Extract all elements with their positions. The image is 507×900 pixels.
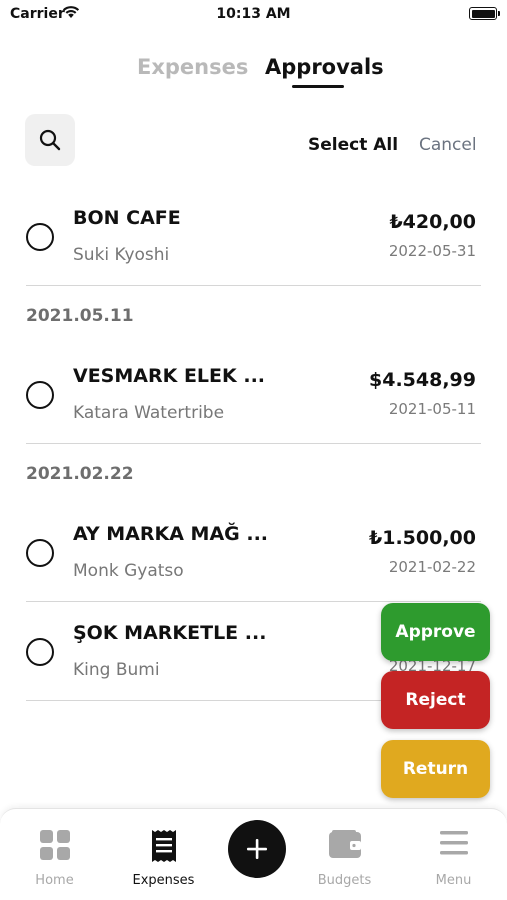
merchant-name: AY MARKA MAĞ ... — [73, 523, 269, 545]
section-date-header: 2021.02.22 — [26, 464, 134, 484]
select-radio[interactable] — [26, 223, 54, 251]
nav-budgets[interactable]: Budgets — [294, 809, 395, 900]
approve-button[interactable]: Approve — [381, 603, 490, 661]
nav-expenses[interactable]: Expenses — [113, 809, 214, 900]
expense-row[interactable]: AY MARKA MAĞ ... Monk Gyatso ₺1.500,00 2… — [0, 506, 507, 606]
battery-icon — [469, 7, 500, 20]
section-date-header: 2021.05.11 — [26, 306, 134, 326]
reject-button[interactable]: Reject — [381, 671, 490, 729]
select-radio[interactable] — [26, 638, 54, 666]
status-bar: Carrier 10:13 AM — [0, 0, 507, 30]
return-button[interactable]: Return — [381, 740, 490, 798]
expense-amount: ₺1.500,00 — [369, 527, 476, 549]
expense-date: 2021-02-22 — [388, 558, 476, 576]
expense-row[interactable]: BON CAFE Suki Kyoshi ₺420,00 2022-05-31 — [0, 190, 507, 290]
employee-name: Monk Gyatso — [73, 561, 184, 581]
employee-name: King Bumi — [73, 660, 160, 680]
divider — [26, 601, 481, 602]
active-tab-indicator — [292, 85, 344, 88]
receipt-icon — [151, 830, 176, 862]
select-radio[interactable] — [26, 381, 54, 409]
tab-expenses[interactable]: Expenses — [137, 55, 248, 79]
merchant-name: ŞOK MARKETLE ... — [73, 622, 267, 644]
bottom-nav: Home Expenses Budgets Menu — [0, 808, 507, 900]
divider — [26, 285, 481, 286]
search-button[interactable] — [25, 114, 75, 166]
employee-name: Suki Kyoshi — [73, 245, 170, 265]
tab-approvals[interactable]: Approvals — [265, 55, 384, 79]
divider — [26, 443, 481, 444]
plus-icon — [247, 839, 267, 859]
status-time: 10:13 AM — [216, 6, 291, 22]
hamburger-icon — [439, 831, 468, 855]
nav-expenses-label: Expenses — [132, 873, 195, 888]
grid-icon — [39, 830, 70, 860]
nav-home[interactable]: Home — [4, 809, 105, 900]
expense-amount: $4.548,99 — [369, 369, 476, 391]
employee-name: Katara Watertribe — [73, 403, 225, 423]
merchant-name: VESMARK ELEK ... — [73, 365, 266, 387]
nav-home-label: Home — [35, 873, 74, 888]
nav-budgets-label: Budgets — [317, 873, 372, 888]
expense-date: 2022-05-31 — [388, 242, 476, 260]
nav-menu[interactable]: Menu — [403, 809, 504, 900]
add-expense-button[interactable] — [228, 820, 286, 878]
select-radio[interactable] — [26, 539, 54, 567]
expense-amount: ₺420,00 — [389, 211, 476, 233]
expense-row[interactable]: VESMARK ELEK ... Katara Watertribe $4.54… — [0, 348, 507, 448]
wallet-icon — [328, 830, 361, 858]
nav-menu-label: Menu — [435, 873, 472, 888]
select-all-button[interactable]: Select All — [308, 135, 398, 155]
merchant-name: BON CAFE — [73, 207, 181, 229]
expense-date: 2021-05-11 — [388, 400, 476, 418]
search-icon — [39, 129, 61, 151]
cancel-button[interactable]: Cancel — [419, 135, 477, 155]
